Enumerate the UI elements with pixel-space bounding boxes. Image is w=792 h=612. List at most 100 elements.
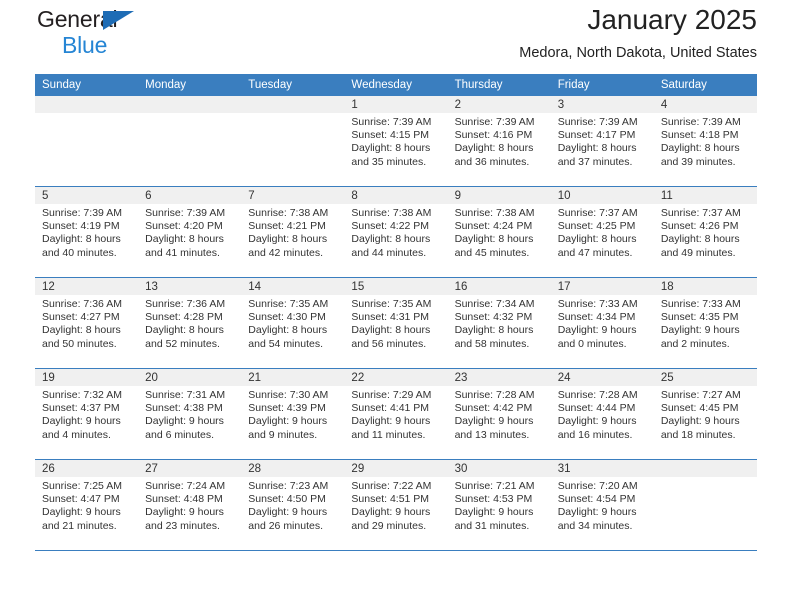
calendar-day-cell[interactable]: 3 Sunrise: 7:39 AM Sunset: 4:17 PM Daylight… xyxy=(550,96,654,187)
general-blue-logo[interactable]: General Blue xyxy=(37,8,157,60)
day-details: Sunrise: 7:30 AM Sunset: 4:39 PM Daylight:… xyxy=(241,386,344,442)
day-cell-inner: 23 Sunrise: 7:28 AM Sunset: 4:42 PM Dayligh… xyxy=(447,369,551,459)
daylight-duration-line2: and 21 minutes. xyxy=(42,519,117,532)
calendar-day-cell[interactable]: 15 Sunrise: 7:35 AM Sunset: 4:31 PM Dayligh… xyxy=(344,277,448,369)
sunrise-sunset-calendar: Sunday Monday Tuesday Wednesday Thursday… xyxy=(35,74,757,550)
calendar-day-cell[interactable]: 23 Sunrise: 7:28 AM Sunset: 4:42 PM Dayligh… xyxy=(447,368,551,460)
day-cell-inner: 11 Sunrise: 7:37 AM Sunset: 4:26 PM Dayligh… xyxy=(653,187,757,277)
sunset-time: Sunset: 4:16 PM xyxy=(454,129,533,142)
sunset-time: Sunset: 4:24 PM xyxy=(454,220,533,233)
calendar-day-cell[interactable]: 19 Sunrise: 7:32 AM Sunset: 4:37 PM Dayligh… xyxy=(35,368,139,460)
sunrise-time: Sunrise: 7:24 AM xyxy=(145,480,226,492)
calendar-day-cell[interactable]: 2 Sunrise: 7:39 AM Sunset: 4:16 PM Daylight… xyxy=(447,96,551,187)
calendar-day-cell[interactable]: 26 Sunrise: 7:25 AM Sunset: 4:47 PM Dayligh… xyxy=(35,459,139,550)
calendar-day-cell[interactable]: 13 Sunrise: 7:36 AM Sunset: 4:28 PM Dayligh… xyxy=(138,277,242,369)
sunrise-time: Sunrise: 7:37 AM xyxy=(557,207,638,219)
calendar-day-cell[interactable]: 22 Sunrise: 7:29 AM Sunset: 4:41 PM Dayligh… xyxy=(344,368,448,460)
day-details: Sunrise: 7:39 AM Sunset: 4:15 PM Daylight:… xyxy=(344,113,447,169)
daylight-duration-line1: Daylight: 9 hours xyxy=(351,506,431,519)
calendar-day-cell[interactable]: 7 Sunrise: 7:38 AM Sunset: 4:21 PM Daylight… xyxy=(241,186,345,278)
calendar-day-cell[interactable]: 30 Sunrise: 7:21 AM Sunset: 4:53 PM Dayligh… xyxy=(447,459,551,550)
daylight-duration-line1: Daylight: 8 hours xyxy=(557,233,637,246)
sunset-time: Sunset: 4:28 PM xyxy=(145,311,223,324)
title-block: January 2025 Medora, North Dakota, Unite… xyxy=(519,2,757,61)
sunset-time: Sunset: 4:31 PM xyxy=(351,311,430,324)
sunrise-time: Sunrise: 7:32 AM xyxy=(42,389,122,401)
sunset-time: Sunset: 4:38 PM xyxy=(145,402,223,415)
calendar-day-cell[interactable]: 12 Sunrise: 7:36 AM Sunset: 4:27 PM Dayligh… xyxy=(35,277,139,369)
sunset-time: Sunset: 4:35 PM xyxy=(660,311,739,324)
day-number: 28 xyxy=(241,460,345,477)
day-cell-inner: 28 Sunrise: 7:23 AM Sunset: 4:50 PM Dayligh… xyxy=(241,460,345,550)
day-number: 20 xyxy=(138,369,242,386)
day-cell-inner: 9 Sunrise: 7:38 AM Sunset: 4:24 PM Daylight… xyxy=(447,187,551,277)
daylight-duration-line2: and 50 minutes. xyxy=(42,337,117,350)
calendar-week-row: 12 Sunrise: 7:36 AM Sunset: 4:27 PM Dayligh… xyxy=(35,277,757,369)
calendar-day-cell[interactable]: 9 Sunrise: 7:38 AM Sunset: 4:24 PM Daylight… xyxy=(447,186,551,278)
sunrise-time: Sunrise: 7:35 AM xyxy=(351,298,432,310)
day-cell-inner xyxy=(35,96,139,186)
day-details: Sunrise: 7:20 AM Sunset: 4:54 PM Daylight:… xyxy=(551,477,654,533)
day-number: 12 xyxy=(35,278,139,295)
sunrise-time: Sunrise: 7:39 AM xyxy=(557,116,638,128)
calendar-day-cell[interactable]: 8 Sunrise: 7:38 AM Sunset: 4:22 PM Daylight… xyxy=(344,186,448,278)
sunset-time: Sunset: 4:20 PM xyxy=(145,220,223,233)
day-number: 2 xyxy=(447,96,551,113)
sunrise-time: Sunrise: 7:23 AM xyxy=(248,480,329,492)
day-number: 27 xyxy=(138,460,242,477)
daylight-duration-line1: Daylight: 8 hours xyxy=(145,324,224,337)
calendar-day-cell[interactable]: 18 Sunrise: 7:33 AM Sunset: 4:35 PM Dayligh… xyxy=(653,277,757,369)
calendar-day-cell[interactable]: 31 Sunrise: 7:20 AM Sunset: 4:54 PM Dayligh… xyxy=(550,459,654,550)
sunrise-time: Sunrise: 7:33 AM xyxy=(557,298,638,310)
daylight-duration-line1: Daylight: 9 hours xyxy=(454,506,534,519)
calendar-day-cell[interactable]: 14 Sunrise: 7:35 AM Sunset: 4:30 PM Dayligh… xyxy=(241,277,345,369)
day-number: 29 xyxy=(344,460,448,477)
sunrise-time: Sunrise: 7:36 AM xyxy=(42,298,122,310)
sunset-time: Sunset: 4:30 PM xyxy=(248,311,326,324)
calendar-day-cell[interactable]: 29 Sunrise: 7:22 AM Sunset: 4:51 PM Dayligh… xyxy=(344,459,448,550)
day-cell-inner: 2 Sunrise: 7:39 AM Sunset: 4:16 PM Daylight… xyxy=(447,96,551,186)
day-details: Sunrise: 7:38 AM Sunset: 4:21 PM Daylight:… xyxy=(241,204,344,260)
weekday-header-saturday: Saturday xyxy=(653,74,757,96)
day-cell-inner: 14 Sunrise: 7:35 AM Sunset: 4:30 PM Dayligh… xyxy=(241,278,345,368)
sunset-time: Sunset: 4:48 PM xyxy=(145,493,223,506)
calendar-day-cell[interactable]: 24 Sunrise: 7:28 AM Sunset: 4:44 PM Dayligh… xyxy=(550,368,654,460)
calendar-day-cell[interactable]: 4 Sunrise: 7:39 AM Sunset: 4:18 PM Daylight… xyxy=(653,96,757,187)
sunset-time: Sunset: 4:51 PM xyxy=(351,493,430,506)
sunset-time: Sunset: 4:47 PM xyxy=(42,493,120,506)
calendar-day-cell-empty xyxy=(653,459,757,550)
calendar-day-cell[interactable]: 17 Sunrise: 7:33 AM Sunset: 4:34 PM Dayligh… xyxy=(550,277,654,369)
day-details: Sunrise: 7:33 AM Sunset: 4:35 PM Daylight:… xyxy=(654,295,757,351)
day-details: Sunrise: 7:39 AM Sunset: 4:19 PM Daylight:… xyxy=(35,204,138,260)
calendar-day-cell[interactable]: 6 Sunrise: 7:39 AM Sunset: 4:20 PM Daylight… xyxy=(138,186,242,278)
calendar-day-cell[interactable]: 16 Sunrise: 7:34 AM Sunset: 4:32 PM Dayligh… xyxy=(447,277,551,369)
calendar-day-cell[interactable]: 11 Sunrise: 7:37 AM Sunset: 4:26 PM Dayligh… xyxy=(653,186,757,278)
calendar-day-cell[interactable]: 27 Sunrise: 7:24 AM Sunset: 4:48 PM Dayligh… xyxy=(138,459,242,550)
daylight-duration-line2: and 9 minutes. xyxy=(248,428,318,441)
day-number: 22 xyxy=(344,369,448,386)
day-number: 13 xyxy=(138,278,242,295)
daylight-duration-line2: and 31 minutes. xyxy=(454,519,530,532)
calendar-day-cell[interactable]: 25 Sunrise: 7:27 AM Sunset: 4:45 PM Dayligh… xyxy=(653,368,757,460)
daylight-duration-line2: and 16 minutes. xyxy=(557,428,633,441)
day-number: 5 xyxy=(35,187,139,204)
day-number: 4 xyxy=(653,96,757,113)
calendar-day-cell[interactable]: 1 Sunrise: 7:39 AM Sunset: 4:15 PM Daylight… xyxy=(344,96,448,187)
logo-triangle-icon xyxy=(103,11,134,30)
weekday-header-friday: Friday xyxy=(550,74,654,96)
calendar-day-cell[interactable]: 5 Sunrise: 7:39 AM Sunset: 4:19 PM Daylight… xyxy=(35,186,139,278)
calendar-day-cell[interactable]: 20 Sunrise: 7:31 AM Sunset: 4:38 PM Dayligh… xyxy=(138,368,242,460)
sunset-time: Sunset: 4:26 PM xyxy=(660,220,739,233)
day-number: 10 xyxy=(550,187,654,204)
daylight-duration-line1: Daylight: 8 hours xyxy=(454,233,534,246)
calendar-day-cell[interactable]: 10 Sunrise: 7:37 AM Sunset: 4:25 PM Dayligh… xyxy=(550,186,654,278)
daylight-duration-line1: Daylight: 9 hours xyxy=(557,324,637,337)
calendar-day-cell[interactable]: 28 Sunrise: 7:23 AM Sunset: 4:50 PM Dayligh… xyxy=(241,459,345,550)
sunrise-time: Sunrise: 7:34 AM xyxy=(454,298,535,310)
daylight-duration-line2: and 42 minutes. xyxy=(248,246,323,259)
daylight-duration-line1: Daylight: 8 hours xyxy=(42,233,121,246)
calendar-day-cell[interactable]: 21 Sunrise: 7:30 AM Sunset: 4:39 PM Dayligh… xyxy=(241,368,345,460)
sunset-time: Sunset: 4:42 PM xyxy=(454,402,533,415)
daylight-duration-line1: Daylight: 8 hours xyxy=(660,233,740,246)
day-cell-inner: 3 Sunrise: 7:39 AM Sunset: 4:17 PM Daylight… xyxy=(550,96,654,186)
